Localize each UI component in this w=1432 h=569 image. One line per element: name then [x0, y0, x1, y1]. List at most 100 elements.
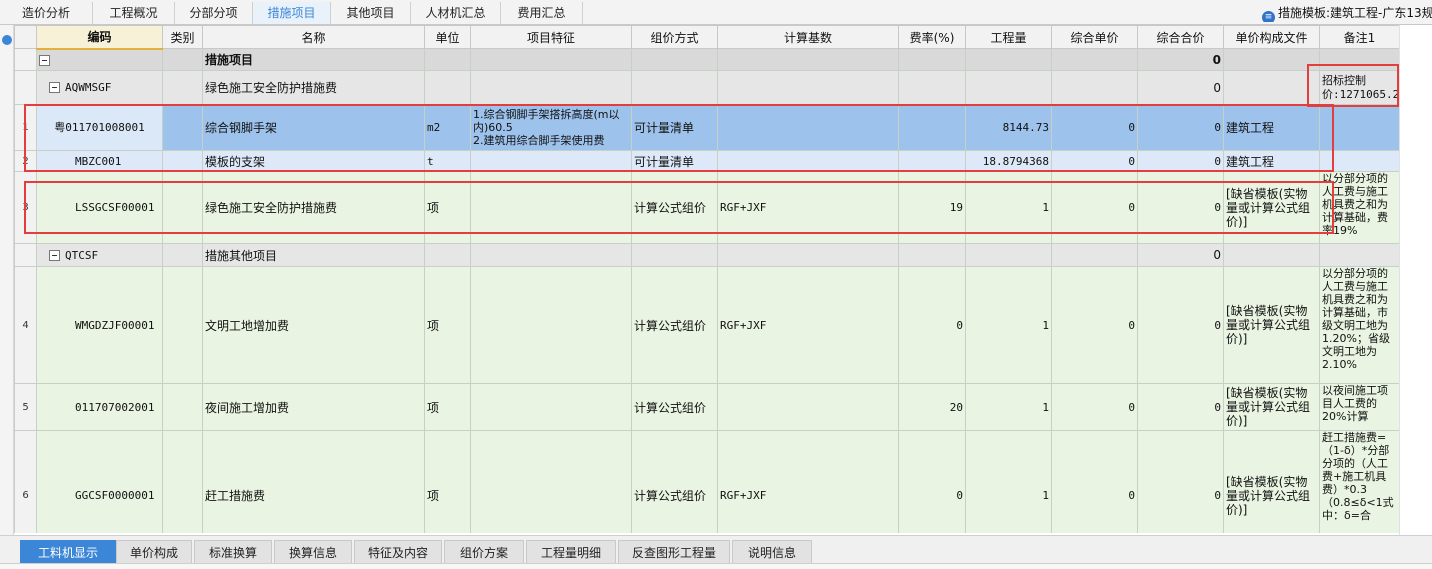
table-row-group-aqwmsgf[interactable]: AQWMSGF 绿色施工安全防护措施费 0 招标控制价:1271065.26	[14, 70, 1399, 105]
row-pricing-method[interactable]: 可计量清单	[631, 104, 718, 151]
row-unit[interactable]: 项	[424, 171, 471, 244]
row-feature[interactable]: 1.综合钢脚手架搭拆高度(m以内)60.5 2.建筑用综合脚手架使用费	[470, 104, 632, 151]
tab-measures[interactable]: 措施项目	[253, 2, 331, 24]
row-rate[interactable]: 0	[898, 430, 966, 533]
row-name[interactable]: 绿色施工安全防护措施费	[202, 171, 425, 244]
row-code[interactable]: LSSGCSF00001	[36, 171, 163, 244]
row-remark[interactable]: 以分部分项的人工费与施工机具费之和为计算基础，市级文明工地为1.20%；省级文明…	[1319, 266, 1399, 384]
row-name[interactable]: 夜间施工增加费	[202, 383, 425, 431]
row-unit-price[interactable]: 0	[1051, 266, 1138, 384]
table-row-3[interactable]: 3 LSSGCSF00001 绿色施工安全防护措施费 项 计算公式组价 RGF+…	[14, 171, 1399, 244]
template-info[interactable]: ≡ 措施模板:建筑工程-广东13规	[1262, 4, 1432, 22]
row-pricing-method[interactable]: 计算公式组价	[631, 266, 718, 384]
row-quantity[interactable]: 1	[965, 266, 1052, 384]
header-pricing-method[interactable]: 组价方式	[631, 25, 718, 49]
row-code[interactable]: 011707002001	[36, 383, 163, 431]
header-calc-base[interactable]: 计算基数	[717, 25, 899, 49]
row-pricing-method[interactable]: 计算公式组价	[631, 383, 718, 431]
row-name[interactable]: 赶工措施费	[202, 430, 425, 533]
row-calc-base[interactable]	[717, 383, 899, 431]
tab-project-overview[interactable]: 工程概况	[93, 2, 175, 24]
row-rate[interactable]: 0	[898, 266, 966, 384]
row-unit-price[interactable]: 0	[1051, 383, 1138, 431]
row-unit-price[interactable]: 0	[1051, 430, 1138, 533]
collapse-icon[interactable]	[49, 249, 60, 261]
tab-sub-items[interactable]: 分部分项	[175, 2, 253, 24]
row-unit[interactable]: m2	[424, 104, 471, 151]
row-price-file[interactable]: [缺省模板(实物量或计算公式组价)]	[1223, 430, 1320, 533]
table-row-2[interactable]: 2 MBZC001 模板的支架 t 可计量清单 18.8794368 0 0 建…	[14, 150, 1399, 172]
btab-reverse-graphic-quantity[interactable]: 反查图形工程量	[618, 540, 730, 564]
btab-labor-material-display[interactable]: 工料机显示	[20, 540, 116, 564]
collapse-icon[interactable]	[39, 54, 50, 66]
table-row-top[interactable]: 措施项目 0	[14, 48, 1399, 71]
row-quantity[interactable]: 8144.73	[965, 104, 1052, 151]
tab-cost-analysis[interactable]: 造价分析	[0, 2, 93, 24]
row-quantity[interactable]: 1	[965, 383, 1052, 431]
row-price-file[interactable]: 建筑工程	[1223, 150, 1320, 172]
row-unit[interactable]: 项	[424, 430, 471, 533]
row-rate[interactable]: 20	[898, 383, 966, 431]
btab-features-content[interactable]: 特征及内容	[354, 540, 442, 564]
row-name[interactable]: 模板的支架	[202, 150, 425, 172]
tab-labor-material-machine[interactable]: 人材机汇总	[411, 2, 501, 24]
btab-pricing-scheme[interactable]: 组价方案	[444, 540, 524, 564]
tab-cost-summary[interactable]: 费用汇总	[501, 2, 583, 24]
header-unit[interactable]: 单位	[424, 25, 471, 49]
table-row-1[interactable]: 1 粤011701008001 综合钢脚手架 m2 1.综合钢脚手架搭拆高度(m…	[14, 104, 1399, 151]
row-remark[interactable]: 以夜间施工项目人工费的20%计算	[1319, 383, 1399, 431]
row-quantity[interactable]: 1	[965, 430, 1052, 533]
row-number: 2	[14, 150, 37, 172]
btab-standard-conversion[interactable]: 标准换算	[194, 540, 272, 564]
row-code[interactable]: MBZC001	[36, 150, 163, 172]
header-category[interactable]: 类别	[162, 25, 203, 49]
row-unit[interactable]: 项	[424, 383, 471, 431]
row-name[interactable]: 文明工地增加费	[202, 266, 425, 384]
btab-description-info[interactable]: 说明信息	[732, 540, 812, 564]
row-unit[interactable]: t	[424, 150, 471, 172]
header-name[interactable]: 名称	[202, 25, 425, 49]
btab-unit-price-composition[interactable]: 单价构成	[116, 540, 192, 564]
row-rate[interactable]: 19	[898, 171, 966, 244]
table-row-group-qtcsf[interactable]: QTCSF 措施其他项目 0	[14, 243, 1399, 267]
row-calc-base[interactable]: RGF+JXF	[717, 266, 899, 384]
row-code[interactable]: WMGDZJF00001	[36, 266, 163, 384]
table-row-5[interactable]: 5 011707002001 夜间施工增加费 项 计算公式组价 20 1 0 0…	[14, 383, 1399, 431]
btab-quantity-detail[interactable]: 工程量明细	[526, 540, 616, 564]
header-feature[interactable]: 项目特征	[470, 25, 632, 49]
row-remark[interactable]: 以分部分项的人工费与施工机具费之和为计算基础，费率19%	[1319, 171, 1399, 244]
header-price-file[interactable]: 单价构成文件	[1223, 25, 1320, 49]
header-code[interactable]: 编码	[36, 25, 163, 50]
row-price-file[interactable]: [缺省模板(实物量或计算公式组价)]	[1223, 383, 1320, 431]
vertical-scroll-area[interactable]	[1399, 25, 1432, 535]
row-pricing-method[interactable]: 计算公式组价	[631, 430, 718, 533]
collapse-icon[interactable]	[49, 82, 60, 93]
row-price-file[interactable]: 建筑工程	[1223, 104, 1320, 151]
row-price-file[interactable]: [缺省模板(实物量或计算公式组价)]	[1223, 266, 1320, 384]
row-pricing-method[interactable]: 可计量清单	[631, 150, 718, 172]
row-name[interactable]: 综合钢脚手架	[202, 104, 425, 151]
row-unit[interactable]: 项	[424, 266, 471, 384]
header-remark[interactable]: 备注1	[1319, 25, 1399, 49]
header-total-price[interactable]: 综合合价	[1137, 25, 1224, 49]
header-quantity[interactable]: 工程量	[965, 25, 1052, 49]
row-quantity[interactable]: 18.8794368	[965, 150, 1052, 172]
header-rate[interactable]: 费率(%)	[898, 25, 966, 49]
row-pricing-method[interactable]: 计算公式组价	[631, 171, 718, 244]
row-calc-base[interactable]: RGF+JXF	[717, 171, 899, 244]
row-price-file[interactable]: [缺省模板(实物量或计算公式组价)]	[1223, 171, 1320, 244]
header-unit-price[interactable]: 综合单价	[1051, 25, 1138, 49]
row-quantity[interactable]: 1	[965, 171, 1052, 244]
row-unit-price[interactable]: 0	[1051, 171, 1138, 244]
btab-conversion-info[interactable]: 换算信息	[274, 540, 352, 564]
tab-other-items[interactable]: 其他项目	[331, 2, 411, 24]
row-remark[interactable]: 赶工措施费=（1-δ）*分部分项的（人工费+施工机具费）*0.3（0.8≤δ<1…	[1319, 430, 1399, 533]
row-calc-base[interactable]: RGF+JXF	[717, 430, 899, 533]
row-total: 0	[1137, 171, 1224, 244]
row-code[interactable]: 粤011701008001	[36, 104, 163, 151]
row-code[interactable]: GGCSF0000001	[36, 430, 163, 533]
row-unit-price[interactable]: 0	[1051, 150, 1138, 172]
row-unit-price[interactable]: 0	[1051, 104, 1138, 151]
table-row-4[interactable]: 4 WMGDZJF00001 文明工地增加费 项 计算公式组价 RGF+JXF …	[14, 266, 1399, 384]
table-row-6[interactable]: 6 GGCSF0000001 赶工措施费 项 计算公式组价 RGF+JXF 0 …	[14, 430, 1399, 533]
